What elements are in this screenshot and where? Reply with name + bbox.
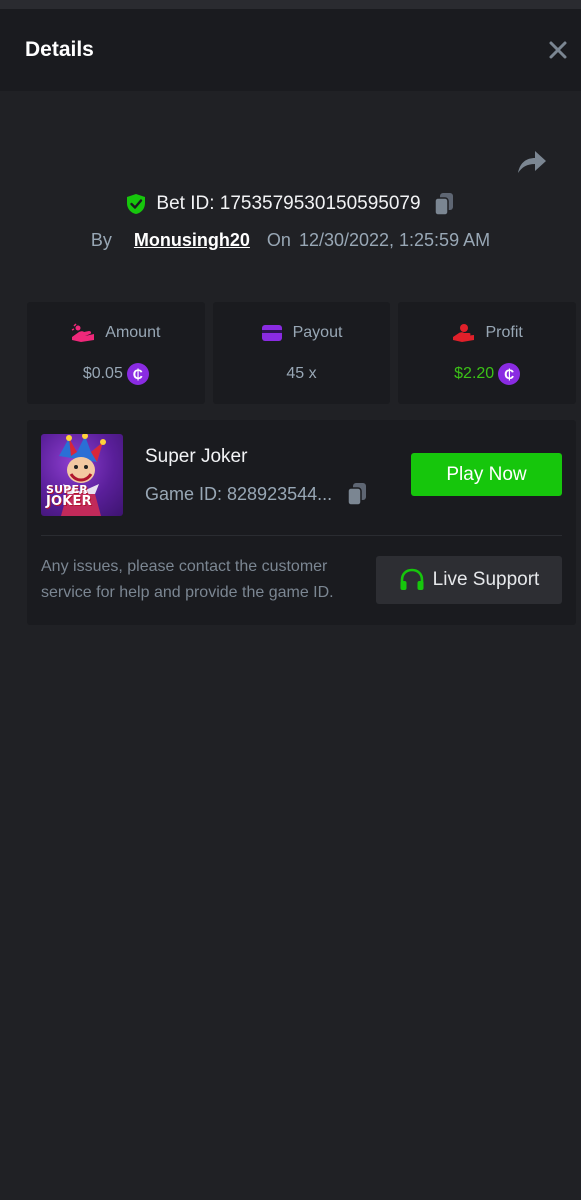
support-message: Any issues, please contact the customer …: [41, 558, 334, 601]
divider: [41, 535, 562, 536]
stat-payout: Payout 45 x: [212, 302, 391, 404]
copy-icon[interactable]: [346, 482, 368, 506]
copy-icon[interactable]: [433, 192, 455, 216]
hand-profit-icon: [452, 323, 476, 343]
headset-icon: [399, 568, 425, 592]
live-support-label: Live Support: [432, 569, 540, 590]
bet-stats: Amount $0.05 ₵ Payout 45 x Profit $2.20 …: [27, 302, 577, 404]
by-label: By: [90, 229, 112, 250]
details-header: Details: [0, 9, 581, 91]
game-card: SUPER JOKER Super Joker Game ID: 8289235…: [27, 420, 576, 625]
game-name[interactable]: Super Joker: [145, 446, 247, 468]
username-link[interactable]: Monusingh20: [134, 230, 250, 251]
currency-coin-icon: ₵: [126, 362, 149, 385]
stat-amount: Amount $0.05 ₵: [27, 302, 205, 404]
game-id-row: Game ID: 828923544...: [145, 482, 368, 506]
amount-value: $0.05: [82, 364, 123, 382]
currency-coin-icon: ₵: [498, 362, 521, 385]
game-id-text: Game ID: 828923544...: [145, 483, 333, 504]
payout-value: 45 x: [286, 364, 317, 382]
amount-label: Amount: [105, 323, 161, 341]
card-icon: [261, 324, 283, 342]
top-strip: [0, 0, 581, 9]
bet-datetime: 12/30/2022, 1:25:59 AM: [298, 229, 491, 250]
bet-meta-row: By Monusingh20 On 12/30/2022, 1:25:59 AM: [0, 225, 581, 255]
hand-coin-icon: [71, 322, 95, 343]
profit-value: $2.20: [454, 364, 495, 382]
bet-id-text: Bet ID: 1753579530150595079: [156, 193, 421, 214]
game-logo-text: SUPER JOKER: [46, 483, 92, 509]
play-now-button[interactable]: Play Now: [411, 453, 562, 496]
page-title: Details: [25, 38, 94, 61]
bet-id-row: Bet ID: 1753579530150595079: [0, 188, 581, 220]
live-support-button[interactable]: Live Support: [376, 556, 562, 604]
share-icon[interactable]: [515, 146, 549, 178]
stat-profit: Profit $2.20 ₵: [398, 302, 577, 404]
game-thumbnail[interactable]: SUPER JOKER: [41, 434, 123, 516]
shield-check-icon: [126, 193, 146, 215]
close-icon[interactable]: [545, 37, 571, 63]
on-label: On: [266, 229, 291, 250]
profit-label: Profit: [485, 323, 523, 341]
payout-label: Payout: [292, 323, 343, 341]
